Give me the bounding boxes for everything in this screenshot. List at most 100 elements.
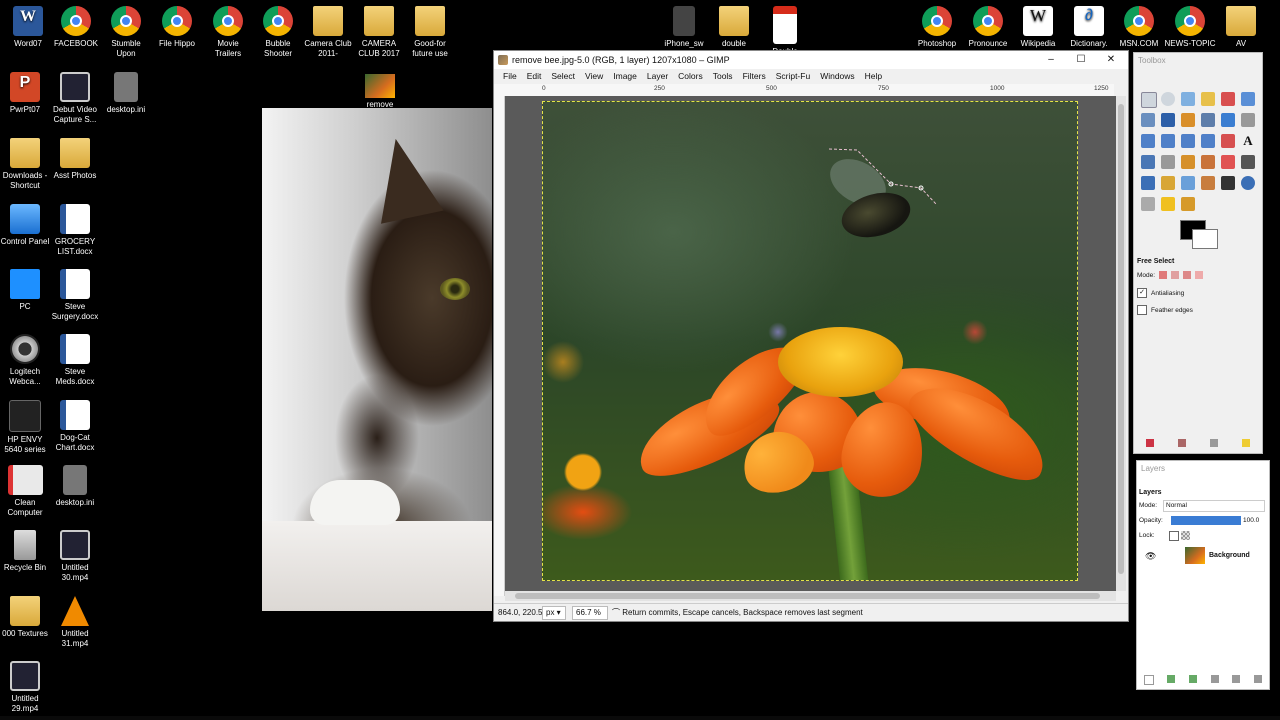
dodge-burn-tool-icon[interactable]: [1181, 197, 1195, 211]
cat-photo-viewer[interactable]: [262, 108, 492, 611]
shear-tool-icon[interactable]: [1221, 134, 1235, 148]
layer-row[interactable]: 👁 Background: [1137, 547, 1269, 565]
lock-pixels-checkbox[interactable]: [1169, 531, 1179, 541]
align-tool-icon[interactable]: [1141, 134, 1155, 148]
crop-tool-icon[interactable]: [1161, 134, 1175, 148]
layer-mode-select[interactable]: Normal: [1163, 500, 1265, 512]
desktop-icon[interactable]: Downloads - Shortcut: [0, 138, 53, 191]
desktop-icon[interactable]: Wikipedia: [1010, 6, 1066, 49]
desktop-icon[interactable]: NEWS-TOPIC: [1162, 6, 1218, 49]
desktop-icon[interactable]: FACEBOOK: [48, 6, 104, 49]
move-tool-icon[interactable]: [1221, 113, 1235, 127]
subtract-mode-icon[interactable]: [1183, 271, 1192, 279]
menu-script-fu[interactable]: Script-Fu: [771, 69, 815, 84]
desktop-icon[interactable]: Pronounce: [960, 6, 1016, 49]
scrollbar-thumb[interactable]: [1118, 104, 1124, 574]
delete-options-icon[interactable]: [1210, 439, 1218, 447]
zoom-select[interactable]: 66.7 %: [572, 606, 608, 620]
desktop-icon[interactable]: Recycle Bin: [0, 530, 53, 573]
flip-tool-icon[interactable]: [1141, 176, 1155, 190]
desktop-icon[interactable]: 000 Textures: [0, 596, 53, 639]
maximize-button[interactable]: ☐: [1066, 51, 1096, 69]
desktop-icon[interactable]: PwrPt07: [0, 72, 53, 115]
opacity-slider[interactable]: [1171, 516, 1241, 525]
desktop-icon[interactable]: Photoshop: [909, 6, 965, 49]
heal-tool-icon[interactable]: [1161, 197, 1175, 211]
restore-options-icon[interactable]: [1178, 439, 1186, 447]
menu-view[interactable]: View: [580, 69, 608, 84]
desktop-icon[interactable]: Asst Photos: [47, 138, 103, 181]
menu-colors[interactable]: Colors: [673, 69, 708, 84]
minimize-button[interactable]: –: [1036, 51, 1066, 69]
rect-select-tool-icon[interactable]: [1141, 92, 1157, 108]
ink-tool-icon[interactable]: [1221, 176, 1235, 190]
scale-tool-icon[interactable]: [1201, 134, 1215, 148]
menu-help[interactable]: Help: [860, 69, 887, 84]
paintbrush-tool-icon[interactable]: [1201, 155, 1215, 169]
add-mode-icon[interactable]: [1171, 271, 1180, 279]
lower-layer-icon[interactable]: [1189, 675, 1198, 683]
scrollbar-thumb[interactable]: [515, 593, 1100, 599]
airbrush-tool-icon[interactable]: [1241, 155, 1255, 169]
feather-edges-checkbox[interactable]: [1137, 305, 1147, 315]
desktop-icon[interactable]: Steve Meds.docx: [47, 334, 103, 387]
desktop-icon[interactable]: Steve Surgery.docx: [47, 269, 103, 322]
antialiasing-checkbox[interactable]: ✓: [1137, 288, 1147, 298]
desktop-icon[interactable]: Debut Video Capture S...: [47, 72, 103, 125]
layers-tab[interactable]: Layers: [1139, 489, 1162, 496]
anchor-layer-icon[interactable]: [1232, 675, 1241, 683]
text-tool-icon[interactable]: A: [1241, 134, 1255, 148]
desktop-icon[interactable]: desktop.ini: [47, 465, 103, 508]
desktop-icon[interactable]: Movie Trailers: [200, 6, 256, 59]
desktop-icon[interactable]: HP ENVY 5640 series: [0, 400, 53, 455]
desktop-icon[interactable]: MSN.COM: [1111, 6, 1167, 49]
desktop-icon[interactable]: desktop.ini: [98, 72, 154, 115]
menu-filters[interactable]: Filters: [738, 69, 771, 84]
desktop-icon[interactable]: double: [706, 6, 762, 49]
gimp-titlebar[interactable]: remove bee.jpg-5.0 (RGB, 1 layer) 1207x1…: [494, 51, 1128, 69]
desktop-icon[interactable]: Untitled 31.mp4: [47, 596, 103, 649]
close-button[interactable]: ✕: [1096, 51, 1126, 69]
blend-tool-icon[interactable]: [1161, 155, 1175, 169]
desktop-icon[interactable]: Dog-Cat Chart.docx: [47, 400, 103, 453]
desktop-icon[interactable]: iPhone_sw: [656, 6, 712, 49]
fuzzy-select-tool-icon[interactable]: [1201, 92, 1215, 106]
desktop-icon[interactable]: Bubble Shooter: [250, 6, 306, 59]
blur-tool-icon[interactable]: [1181, 176, 1195, 190]
color-picker-tool-icon[interactable]: [1181, 113, 1195, 127]
magnify-tool-icon[interactable]: [1241, 176, 1255, 190]
scissors-select-tool-icon[interactable]: [1241, 92, 1255, 106]
vertical-ruler[interactable]: [494, 96, 505, 596]
desktop-icon[interactable]: Clean Computer: [0, 465, 53, 518]
desktop-icon[interactable]: Untitled 30.mp4: [47, 530, 103, 583]
image-canvas[interactable]: [542, 101, 1078, 581]
menu-file[interactable]: File: [498, 69, 522, 84]
free-select-tool-icon[interactable]: [1181, 92, 1195, 106]
menu-tools[interactable]: Tools: [708, 69, 738, 84]
zoom-tool-icon[interactable]: [1201, 113, 1215, 127]
background-color-swatch[interactable]: [1192, 229, 1218, 249]
eraser-tool-icon[interactable]: [1221, 155, 1235, 169]
foreground-select-tool-icon[interactable]: [1141, 113, 1155, 127]
horizontal-scrollbar[interactable]: [505, 591, 1116, 601]
perspective-tool-icon[interactable]: [1141, 155, 1155, 169]
lock-alpha-icon[interactable]: [1181, 531, 1190, 540]
vertical-scrollbar[interactable]: [1116, 96, 1126, 591]
menu-image[interactable]: Image: [608, 69, 642, 84]
smudge-tool-icon[interactable]: [1201, 176, 1215, 190]
clone-tool-icon[interactable]: [1161, 176, 1175, 190]
menu-windows[interactable]: Windows: [815, 69, 859, 84]
desktop-icon[interactable]: PC: [0, 269, 53, 312]
desktop-icon[interactable]: Stumble Upon: [98, 6, 154, 59]
paths-tool-icon[interactable]: [1161, 113, 1175, 127]
menu-select[interactable]: Select: [546, 69, 580, 84]
reset-options-icon[interactable]: [1242, 439, 1250, 447]
desktop-icon[interactable]: File Hippo: [149, 6, 205, 49]
cage-tool-icon[interactable]: [1141, 197, 1155, 211]
delete-layer-icon[interactable]: [1254, 675, 1263, 683]
desktop-icon[interactable]: Control Panel: [0, 204, 53, 247]
unit-select[interactable]: px ▾: [542, 606, 566, 620]
desktop-icon[interactable]: GROCERY LIST.docx: [47, 204, 103, 257]
raise-layer-icon[interactable]: [1167, 675, 1176, 683]
desktop-icon[interactable]: AV: [1213, 6, 1269, 49]
